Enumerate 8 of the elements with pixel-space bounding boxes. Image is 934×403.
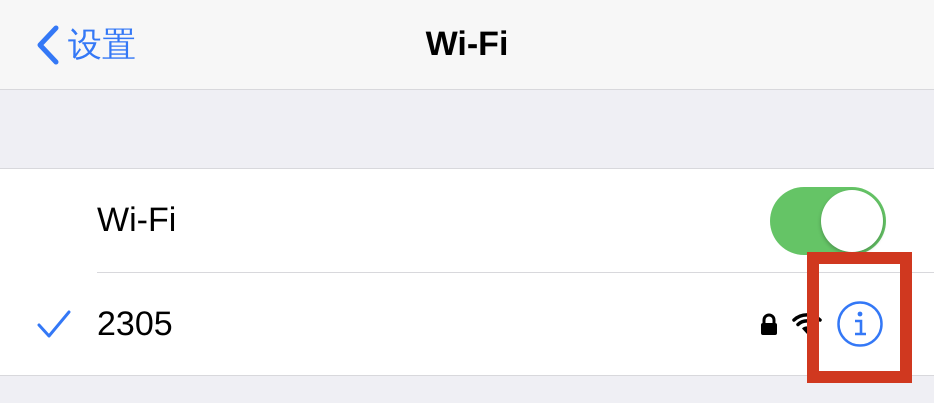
network-name[interactable]: 2305 (97, 304, 173, 344)
back-chevron-icon (36, 24, 60, 64)
back-button[interactable]: 设置 (0, 22, 136, 68)
info-icon (836, 300, 884, 348)
info-button[interactable] (836, 300, 884, 348)
wifi-signal-icon (792, 312, 822, 336)
wifi-label: Wi-Fi (97, 201, 176, 240)
screen-title: Wi-Fi (426, 25, 508, 64)
